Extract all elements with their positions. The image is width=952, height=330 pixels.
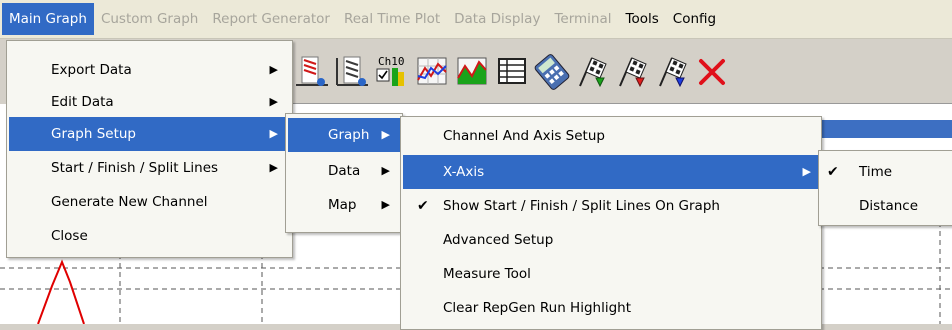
menu-item-label: Clear RepGen Run Highlight <box>443 300 631 316</box>
menu-item-label: Map <box>328 197 357 213</box>
menu-main-graph[interactable]: Main Graph <box>2 3 94 35</box>
menu-item-clear-repgen-run-highlight[interactable]: Clear RepGen Run Highlight <box>403 291 819 325</box>
menu-item-label: Export Data <box>51 62 132 78</box>
menu-real-time-plot[interactable]: Real Time Plot <box>337 4 447 34</box>
menu-item-close[interactable]: Close <box>9 219 290 253</box>
submenu-arrow-icon: ▶ <box>269 63 278 76</box>
menu-item-graph-setup[interactable]: Graph Setup ▶ <box>9 117 290 151</box>
menu-item-start-finish-split-lines[interactable]: Start / Finish / Split Lines ▶ <box>9 151 290 185</box>
graph-overlay-icon[interactable] <box>414 54 450 90</box>
menu-item-graph[interactable]: Graph ▶ <box>288 118 400 152</box>
menu-item-label: Advanced Setup <box>443 232 554 248</box>
menu-custom-graph[interactable]: Custom Graph <box>94 4 205 34</box>
menu-item-map[interactable]: Map ▶ <box>288 188 400 222</box>
menu-item-label: Time <box>859 164 893 180</box>
menu-item-label: Generate New Channel <box>51 194 208 210</box>
menu-item-show-start-finish-split-lines[interactable]: ✔ Show Start / Finish / Split Lines On G… <box>403 189 819 223</box>
data-trace <box>37 259 85 324</box>
submenu-arrow-icon: ▶ <box>381 164 390 177</box>
menu-item-label: Graph <box>328 127 370 143</box>
channel-icon[interactable]: Ch10 <box>374 54 410 90</box>
menu-item-export-data[interactable]: Export Data ▶ <box>9 53 290 87</box>
submenu-arrow-icon: ▶ <box>381 128 390 141</box>
toolbar: Ch10 <box>290 39 952 104</box>
submenu-arrow-icon: ▶ <box>802 165 811 178</box>
table-grid-icon[interactable] <box>494 54 530 90</box>
export-bars-icon[interactable] <box>334 54 370 90</box>
x-axis-submenu: ✔ Time Distance <box>818 150 952 226</box>
menu-data-display[interactable]: Data Display <box>447 4 547 34</box>
menu-item-label: Distance <box>859 198 919 214</box>
menu-bar: Main Graph Custom Graph Report Generator… <box>0 0 952 39</box>
menu-report-generator[interactable]: Report Generator <box>205 4 337 34</box>
flag-blue-icon[interactable] <box>654 54 690 90</box>
menu-item-label: Close <box>51 228 88 244</box>
graph-setup-submenu: Graph ▶ Data ▶ Map ▶ <box>285 113 403 233</box>
submenu-arrow-icon: ▶ <box>269 95 278 108</box>
graph-submenu: Channel And Axis Setup X-Axis ▶ ✔ Show S… <box>400 116 822 330</box>
menu-item-x-axis[interactable]: X-Axis ▶ <box>403 155 819 189</box>
menu-terminal[interactable]: Terminal <box>547 4 618 34</box>
menu-item-time[interactable]: ✔ Time <box>821 155 951 189</box>
checkmark-icon: ✔ <box>827 164 839 180</box>
flag-green-icon[interactable] <box>574 54 610 90</box>
export-graph-icon[interactable] <box>294 54 330 90</box>
menu-item-label: Edit Data <box>51 94 114 110</box>
menu-item-label: Data <box>328 163 361 179</box>
delete-x-icon[interactable] <box>694 54 730 90</box>
menu-item-label: Start / Finish / Split Lines <box>51 160 219 176</box>
menu-item-distance[interactable]: Distance <box>821 189 951 223</box>
checkmark-icon: ✔ <box>417 198 429 214</box>
flag-red-icon[interactable] <box>614 54 650 90</box>
channel-icon-label: Ch10 <box>378 55 405 68</box>
menu-item-label: Graph Setup <box>51 126 136 142</box>
menu-item-edit-data[interactable]: Edit Data ▶ <box>9 85 290 119</box>
submenu-arrow-icon: ▶ <box>381 198 390 211</box>
graph-fill-icon[interactable] <box>454 54 490 90</box>
menu-item-data[interactable]: Data ▶ <box>288 154 400 188</box>
menu-item-generate-new-channel[interactable]: Generate New Channel <box>9 185 290 219</box>
menu-item-label: X-Axis <box>443 164 485 180</box>
menu-tools[interactable]: Tools <box>619 4 666 34</box>
calculator-icon[interactable] <box>534 54 570 90</box>
menu-config[interactable]: Config <box>666 4 723 34</box>
menu-item-label: Show Start / Finish / Split Lines On Gra… <box>443 198 720 214</box>
menu-item-label: Measure Tool <box>443 266 531 282</box>
main-graph-menu: Export Data ▶ Edit Data ▶ Graph Setup ▶ … <box>6 40 293 258</box>
menu-item-label: Channel And Axis Setup <box>443 128 605 144</box>
menu-item-measure-tool[interactable]: Measure Tool <box>403 257 819 291</box>
submenu-arrow-icon: ▶ <box>269 127 278 140</box>
submenu-arrow-icon: ▶ <box>269 161 278 174</box>
menu-item-advanced-setup[interactable]: Advanced Setup <box>403 223 819 257</box>
menu-item-channel-and-axis-setup[interactable]: Channel And Axis Setup <box>403 119 819 153</box>
